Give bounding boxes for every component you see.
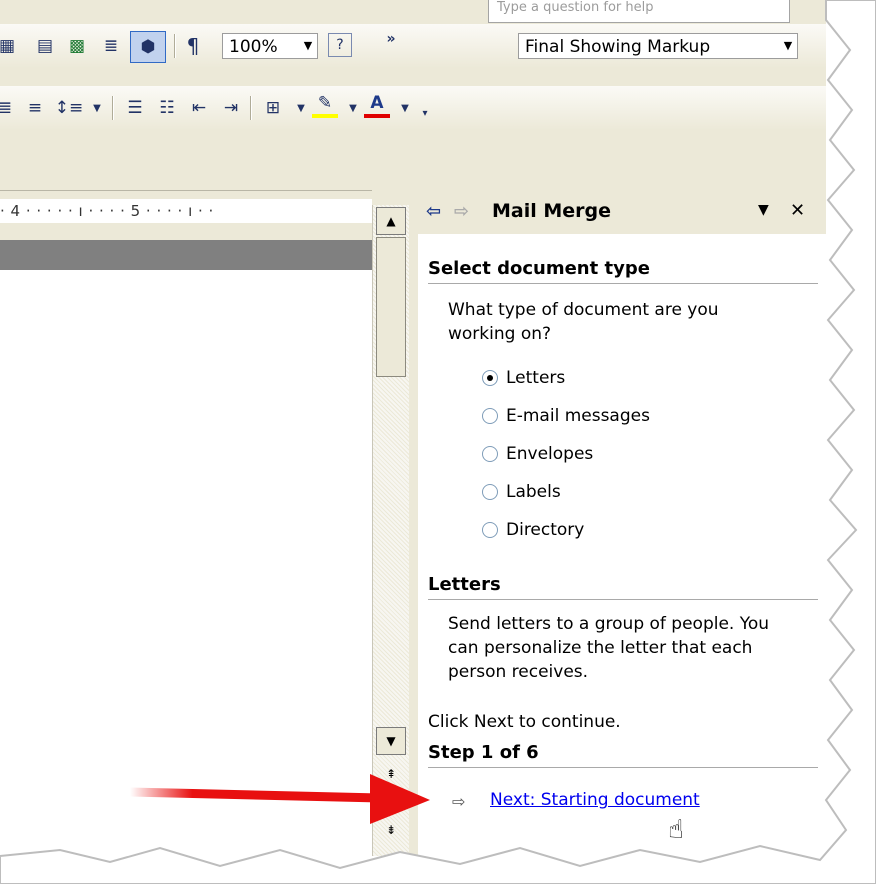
radio-checked-icon[interactable] <box>482 370 498 386</box>
bullets-icon[interactable]: ☷ <box>154 95 180 121</box>
chevron-down-icon[interactable]: ▼ <box>779 34 797 58</box>
formatting-toolbar: ≣ ≡ ↕≡ ▼ ☰ ☷ ⇤ ⇥ ⊞ ▼ ✎ ▼ A ▼ ▾ <box>0 86 826 130</box>
help-icon[interactable]: ? <box>328 33 352 57</box>
scroll-thumb[interactable] <box>376 237 406 377</box>
document-map-icon[interactable]: ▦ <box>0 33 20 59</box>
separator <box>112 96 114 120</box>
question-text: What type of document are you working on… <box>448 300 719 344</box>
chevron-down-icon[interactable]: ▼ <box>299 34 317 58</box>
task-pane-header: ⇦ ⇨ Mail Merge ▼ ✕ <box>418 190 826 234</box>
markup-view-value: Final Showing Markup <box>525 37 711 57</box>
next-step-link[interactable]: Next: Starting document <box>490 790 700 810</box>
increase-indent-icon[interactable]: ⇥ <box>218 95 244 121</box>
decrease-indent-icon[interactable]: ⇤ <box>186 95 212 121</box>
section-title: Letters <box>428 574 818 600</box>
chevron-down-icon[interactable]: ▼ <box>340 95 366 121</box>
scroll-up-icon[interactable]: ▲ <box>376 207 406 235</box>
zoom-combo[interactable]: 100% ▼ <box>222 33 318 59</box>
annotation-arrow-icon <box>130 774 430 824</box>
markup-view-combo[interactable]: Final Showing Markup ▼ <box>518 33 798 59</box>
chevron-down-icon[interactable]: ▼ <box>84 95 110 121</box>
insert-excel-icon[interactable]: ▩ <box>64 33 90 59</box>
continue-text: Click Next to continue. <box>428 712 621 732</box>
align-right-icon[interactable]: ≣ <box>0 95 18 121</box>
task-pane-title: Mail Merge <box>492 200 612 222</box>
scroll-down-icon[interactable]: ▼ <box>376 727 406 755</box>
letters-description: Send letters to a group of people. You c… <box>448 614 770 682</box>
columns-icon[interactable]: ≣ <box>98 33 124 59</box>
radio-directory[interactable]: Directory <box>482 520 584 540</box>
forward-icon[interactable]: ⇨ <box>454 201 469 222</box>
toolbar-options-icon[interactable]: ▾ <box>412 100 438 126</box>
zoom-value: 100% <box>229 37 278 57</box>
vertical-scrollbar[interactable]: ▲ ▼ ⇞ ○ ⇟ <box>372 205 409 856</box>
hand-cursor-icon: ☝ <box>668 815 684 845</box>
mail-merge-task-pane: ⇦ ⇨ Mail Merge ▼ ✕ Select document type … <box>418 190 826 856</box>
chevron-down-icon[interactable]: ▼ <box>758 202 769 218</box>
next-arrow-icon: ⇨ <box>452 792 466 811</box>
highlight-icon[interactable]: ✎ <box>312 92 338 118</box>
line-spacing-icon[interactable]: ↕≡ <box>55 95 84 121</box>
radio-envelopes[interactable]: Envelopes <box>482 444 593 464</box>
back-icon[interactable]: ⇦ <box>426 201 441 222</box>
step-indicator: Step 1 of 6 <box>428 742 818 768</box>
help-search-box[interactable]: Type a question for help <box>488 0 790 23</box>
radio-unchecked-icon[interactable] <box>482 408 498 424</box>
borders-icon[interactable]: ⊞ <box>260 95 286 121</box>
radio-unchecked-icon[interactable] <box>482 484 498 500</box>
section-title: Select document type <box>428 258 818 284</box>
radio-unchecked-icon[interactable] <box>482 522 498 538</box>
radio-unchecked-icon[interactable] <box>482 446 498 462</box>
horizontal-ruler: · 4 · · · · · ı · · · · 5 · · · · ı · · <box>0 190 372 241</box>
toolbar-options-icon[interactable]: » <box>378 26 404 52</box>
separator <box>174 34 176 58</box>
drawing-toggle-icon[interactable]: ⬢ <box>130 31 166 63</box>
insert-table-icon[interactable]: ▤ <box>32 33 58 59</box>
chevron-down-icon[interactable]: ▼ <box>288 95 314 121</box>
ruler-scale: · 4 · · · · · ı · · · · 5 · · · · ı · · <box>0 199 372 223</box>
close-icon[interactable]: ✕ <box>790 200 805 221</box>
separator <box>250 96 252 120</box>
standard-toolbar: ▦ ▤ ▩ ≣ ⬢ ¶ 100% ▼ ? » Final Showing Mar… <box>0 24 826 68</box>
word-window: Type a question for help ▦ ▤ ▩ ≣ ⬢ ¶ 100… <box>0 0 826 856</box>
radio-labels[interactable]: Labels <box>482 482 561 502</box>
page-gap <box>0 240 372 270</box>
show-formatting-icon[interactable]: ¶ <box>180 33 206 59</box>
font-color-icon[interactable]: A <box>364 92 390 118</box>
radio-email-messages[interactable]: E-mail messages <box>482 406 650 426</box>
numbering-icon[interactable]: ☰ <box>122 95 148 121</box>
radio-letters[interactable]: Letters <box>482 368 565 388</box>
justify-icon[interactable]: ≡ <box>22 95 48 121</box>
